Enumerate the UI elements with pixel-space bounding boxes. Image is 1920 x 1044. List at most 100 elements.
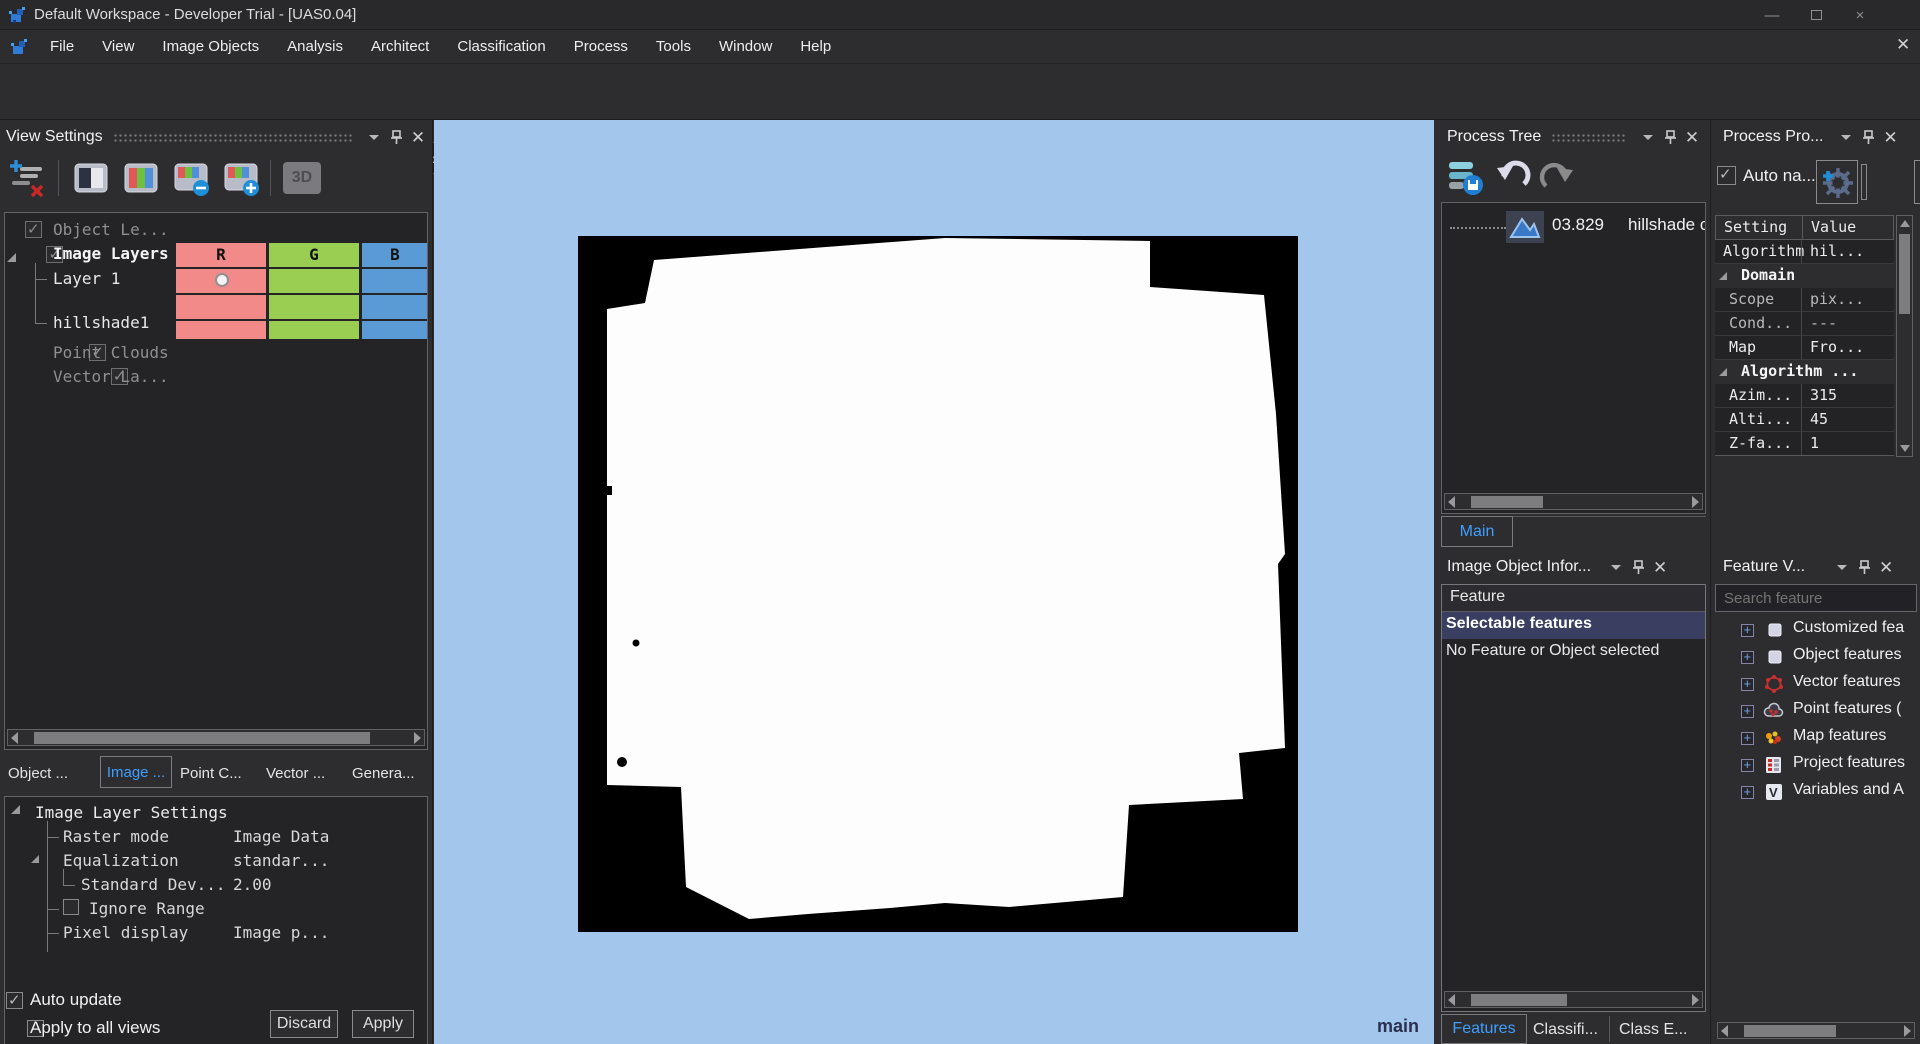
info-hscrollbar[interactable] xyxy=(1444,991,1703,1008)
expander-icon[interactable] xyxy=(7,253,16,262)
prop-row-altitude[interactable]: Alti... 45 xyxy=(1715,408,1894,432)
expander-icon[interactable] xyxy=(31,855,39,863)
redo-button[interactable] xyxy=(1539,158,1579,203)
prop-row-map[interactable]: Map Fro... xyxy=(1715,336,1894,360)
feature-item-point[interactable]: Point features ( xyxy=(1793,700,1902,718)
value-column-header[interactable]: Value xyxy=(1802,216,1893,239)
single-layer-view-button[interactable] xyxy=(73,162,109,199)
ignore-range-label[interactable]: Ignore Range xyxy=(89,899,205,918)
chevron-down-icon[interactable] xyxy=(1605,558,1627,576)
prop-row-azimuth[interactable]: Azim... 315 xyxy=(1715,384,1894,408)
expand-plus-icon[interactable] xyxy=(1741,757,1754,772)
prop-row-condition[interactable]: Cond... --- xyxy=(1715,312,1894,336)
raster-mode-value[interactable]: Image Data xyxy=(233,827,329,846)
equalization-label[interactable]: Equalization xyxy=(63,851,179,870)
process-properties-header[interactable]: Process Pro... ✕ xyxy=(1711,124,1920,150)
pixel-display-value[interactable]: Image p... xyxy=(233,923,329,942)
channel-header-green[interactable]: G xyxy=(269,243,359,267)
view-3d-button[interactable]: 3D xyxy=(283,162,321,194)
chevron-down-icon[interactable] xyxy=(1637,128,1659,146)
feature-view-hscrollbar[interactable] xyxy=(1717,1022,1915,1039)
toolbar-sliver-button[interactable] xyxy=(1861,164,1867,200)
channel-header-blue[interactable]: B xyxy=(362,243,427,267)
auto-name-label[interactable]: Auto na... xyxy=(1743,166,1816,186)
expander-icon[interactable] xyxy=(11,805,20,814)
expand-plus-icon[interactable] xyxy=(1741,649,1754,664)
feature-item-variables[interactable]: Variables and A xyxy=(1793,781,1904,799)
scroll-left-icon[interactable] xyxy=(1448,993,1455,1006)
apply-all-views-label[interactable]: Apply to all views xyxy=(30,1018,160,1038)
edit-layer-list-button[interactable] xyxy=(8,158,48,205)
close-icon[interactable]: ✕ xyxy=(1649,558,1671,576)
algorithm-settings-button[interactable] xyxy=(1816,160,1858,204)
scroll-left-icon[interactable] xyxy=(1448,495,1455,508)
tab-class-evaluation[interactable]: Class E... xyxy=(1619,1016,1687,1044)
chevron-down-icon[interactable] xyxy=(1831,558,1853,576)
layer1-red-cell[interactable] xyxy=(176,269,266,293)
minimize-icon[interactable]: — xyxy=(1752,2,1792,28)
layer-row-image-layers[interactable]: Image Layers xyxy=(53,244,169,263)
restore-icon[interactable] xyxy=(1796,2,1836,28)
ignore-range-checkbox[interactable] xyxy=(63,899,79,915)
prop-row-zfactor[interactable]: Z-fa... 1 xyxy=(1715,432,1894,456)
layer1-green-cell[interactable] xyxy=(269,269,359,293)
chevron-down-icon[interactable] xyxy=(363,128,385,146)
menu-window[interactable]: Window xyxy=(705,30,786,63)
feature-column-header[interactable]: Feature xyxy=(1450,588,1505,606)
map-viewport[interactable]: main xyxy=(434,120,1434,1044)
feature-item-vector[interactable]: Vector features xyxy=(1793,673,1901,691)
layer-row-layer1[interactable]: Layer 1 xyxy=(53,269,120,288)
properties-vscrollbar[interactable] xyxy=(1896,215,1913,457)
feature-search-box[interactable] xyxy=(1715,584,1920,612)
prop-group-domain[interactable]: Domain xyxy=(1715,264,1894,288)
close-icon[interactable]: ✕ xyxy=(407,128,429,146)
discard-button[interactable]: Discard xyxy=(270,1010,338,1038)
menu-architect[interactable]: Architect xyxy=(357,30,443,63)
layer-tree-hscrollbar[interactable] xyxy=(7,729,425,746)
object-levels-checkbox[interactable] xyxy=(25,220,42,238)
scroll-thumb[interactable] xyxy=(1471,994,1567,1006)
tab-image[interactable]: Image ... xyxy=(100,756,172,788)
scroll-thumb[interactable] xyxy=(1899,234,1910,314)
view-settings-header[interactable]: View Settings ✕ xyxy=(0,124,433,150)
close-icon[interactable]: ✕ xyxy=(1875,558,1897,576)
close-window-icon[interactable]: × xyxy=(1840,2,1880,28)
layer-row-point-clouds[interactable]: Point Clouds xyxy=(53,343,169,362)
scroll-thumb[interactable] xyxy=(34,732,370,744)
scroll-left-icon[interactable] xyxy=(1721,1024,1728,1037)
prop-row-scope[interactable]: Scope pix... xyxy=(1715,288,1894,312)
panel-grip[interactable] xyxy=(112,132,353,142)
close-icon[interactable]: ✕ xyxy=(1879,128,1901,146)
pin-icon[interactable] xyxy=(1857,128,1879,146)
menu-tools[interactable]: Tools xyxy=(642,30,705,63)
stddev-label[interactable]: Standard Dev... xyxy=(81,875,226,894)
scroll-right-icon[interactable] xyxy=(1904,1024,1911,1037)
auto-update-checkbox[interactable] xyxy=(6,991,23,1009)
menu-file[interactable]: File xyxy=(36,30,88,63)
hillshade-blue-cell2[interactable] xyxy=(362,321,427,339)
scroll-left-icon[interactable] xyxy=(11,731,18,744)
process-item-label[interactable]: hillshade calcu xyxy=(1628,215,1705,235)
layer-row-hillshade1[interactable]: hillshade1 xyxy=(53,313,149,332)
scroll-thumb[interactable] xyxy=(1744,1025,1836,1037)
feature-view-header[interactable]: Feature V... ✕ xyxy=(1711,554,1920,580)
scroll-right-icon[interactable] xyxy=(1692,495,1699,508)
pin-icon[interactable] xyxy=(385,128,407,146)
expand-plus-icon[interactable] xyxy=(1741,730,1754,745)
pin-icon[interactable] xyxy=(1853,558,1875,576)
tab-vector[interactable]: Vector ... xyxy=(266,758,325,788)
prop-row-algorithm[interactable]: Algorithm hil... xyxy=(1715,240,1894,264)
tab-object[interactable]: Object ... xyxy=(8,758,68,788)
pin-icon[interactable] xyxy=(1627,558,1649,576)
setting-column-header[interactable]: Setting xyxy=(1716,216,1802,239)
panel-grip[interactable] xyxy=(1551,132,1627,142)
close-document-icon[interactable]: ✕ xyxy=(1896,36,1910,53)
auto-update-label[interactable]: Auto update xyxy=(30,990,122,1010)
menu-help[interactable]: Help xyxy=(786,30,845,63)
settings-root[interactable]: Image Layer Settings xyxy=(35,803,228,822)
hillshade-blue-cell[interactable] xyxy=(362,295,427,319)
menu-view[interactable]: View xyxy=(88,30,148,63)
equalization-value[interactable]: standar... xyxy=(233,851,329,870)
mix-three-layers-button[interactable] xyxy=(123,162,159,199)
apply-button[interactable]: Apply xyxy=(352,1010,414,1038)
